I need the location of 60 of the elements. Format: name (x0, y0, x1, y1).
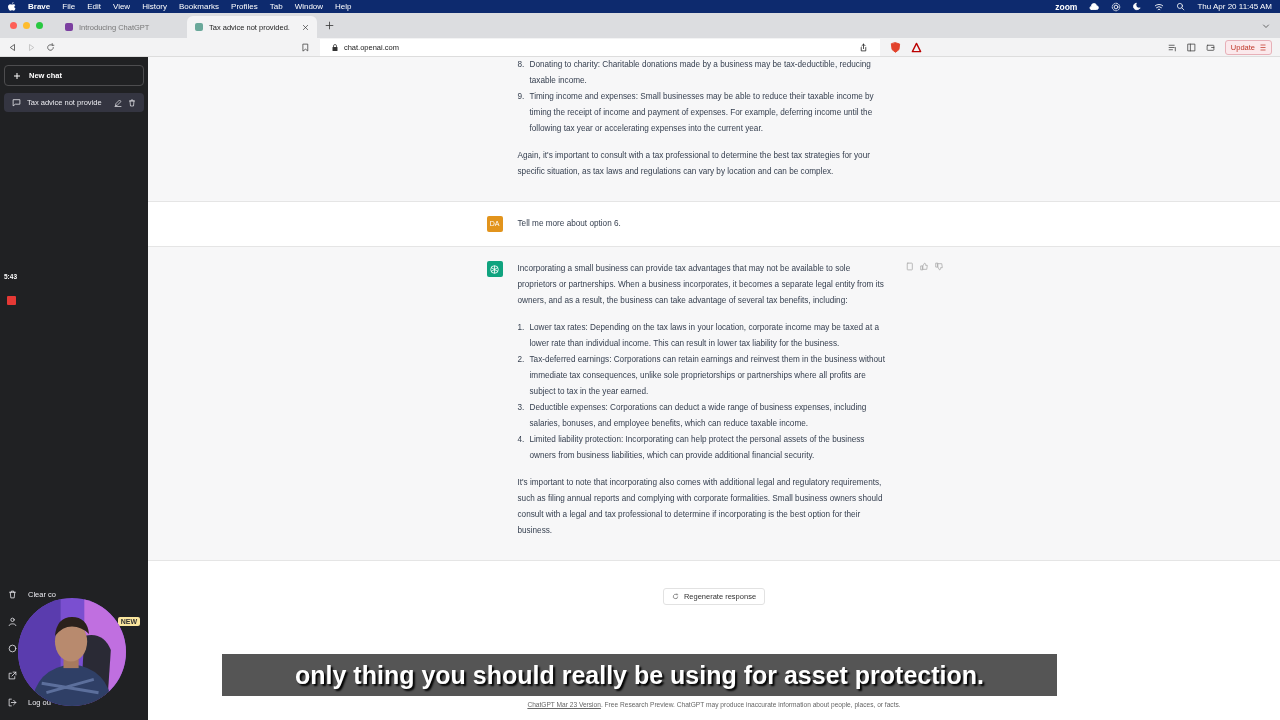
apple-icon[interactable] (8, 2, 16, 11)
list-item-text: Deductible expenses: Corporations can deduct a wide range of business expenses, including salaries, bonuses, and employee benefits, which can reduce taxable income. (529, 402, 868, 430)
cloud-icon[interactable] (1089, 1, 1100, 12)
wifi-icon[interactable] (1154, 1, 1165, 12)
back-icon[interactable] (8, 42, 17, 52)
list-number: 9. (517, 91, 526, 103)
menubar-clock[interactable]: Thu Apr 20 11:45 AM (1197, 2, 1272, 11)
close-icon[interactable] (302, 23, 309, 31)
menu-item[interactable]: Edit (87, 2, 101, 11)
menu-item[interactable]: History (142, 2, 168, 11)
message-text: It's important to note that incorporating also comes with additional legal and regulatory requirements, such as filing annual reports and complying with corporate formalities. Small business owners should consult with a legal and tax professional to determine if incorporating is the best option for their business. (517, 477, 884, 537)
external-link-icon[interactable] (8, 671, 17, 680)
video-caption: only thing you should really be using for asset protection. (222, 654, 1057, 696)
assistant-avatar-icon (486, 261, 503, 277)
app-menu[interactable]: Brave (28, 2, 51, 11)
menu-item[interactable]: View (112, 2, 131, 11)
wallet-icon[interactable] (1205, 42, 1215, 52)
triangle-icon[interactable] (910, 41, 922, 53)
share-icon[interactable] (858, 42, 868, 52)
menu-item[interactable]: Window (294, 2, 324, 11)
thumbs-up-icon[interactable] (919, 262, 929, 271)
gear-icon[interactable] (1111, 1, 1122, 12)
list-number: 4. (517, 434, 526, 446)
moon-icon[interactable] (1133, 2, 1143, 11)
message-text: Tell me more about option 6. (517, 218, 622, 230)
trash-icon[interactable] (8, 590, 17, 599)
sidebar-toggle-icon[interactable] (1186, 42, 1196, 52)
menubar-status-item[interactable]: zoom (1055, 1, 1078, 12)
playlist-icon[interactable] (1167, 42, 1177, 52)
list-number: 8. (517, 59, 526, 71)
list-item-text: Donating to charity: Charitable donations made by a business may be tax-deductible, reducing taxable income. (529, 59, 872, 87)
menu-item[interactable]: Profiles (231, 2, 258, 11)
search-icon[interactable] (1176, 2, 1186, 11)
list-number: 1. (517, 322, 526, 334)
plus-icon (13, 71, 21, 80)
menu-item[interactable]: File (62, 2, 76, 11)
new-tab-icon[interactable] (325, 21, 334, 30)
message-text: Incorporating a small business can provide tax advantages that may not be available to sole proprietors or partnerships. When a business incorporates, it becomes a separate legal entity from its owners, and as a result, the business can take advantage of several tax benefits, including: (517, 263, 885, 307)
message-text: Again, it's important to consult with a tax professional to determine the best tax strategies for your specific situation, as tax laws and regulations can vary by location and can be complex. (517, 150, 871, 178)
pencil-icon[interactable] (114, 98, 122, 107)
shield-icon[interactable] (889, 41, 901, 53)
user-icon[interactable] (8, 617, 17, 626)
list-number: 3. (517, 402, 526, 414)
thumbs-down-icon[interactable] (934, 262, 944, 271)
lock-icon (331, 43, 338, 51)
logout-icon[interactable] (8, 698, 17, 707)
refresh-icon (671, 593, 679, 600)
list-item-text: Timing income and expenses: Small businesses may be able to reduce their taxable income by timing the receipt of income and payment of expenses. For example, deferring income until the following tax year or accelerating expenses into the current year. (529, 91, 875, 135)
menu-item[interactable]: Tab (269, 2, 283, 11)
menu-item[interactable]: Help (335, 2, 352, 11)
reload-icon[interactable] (46, 42, 55, 52)
list-item-text: Tax-deferred earnings: Corporations can retain earnings and reinvest them in the business without immediate tax consequences, unlike sole proprietorships or partnerships where all profits are subject to tax in the year earned. (529, 354, 886, 398)
list-item-text: Limited liability protection: Incorporating can help protect the personal assets of the business owners from business liabilities, which can provide additional financial security. (529, 434, 866, 462)
menu-icon[interactable] (1260, 43, 1266, 51)
bookmark-icon[interactable] (300, 42, 310, 52)
menu-item[interactable]: Bookmarks (179, 2, 220, 11)
list-number: 2. (517, 354, 526, 366)
chat-bubble-icon (12, 98, 21, 107)
list-item-text: Lower tax rates: Depending on the tax laws in your location, corporate income may be taxed at a lower rate than individual income. This can result in lower tax liability for the business. (529, 322, 881, 350)
trash-icon[interactable] (128, 98, 136, 107)
